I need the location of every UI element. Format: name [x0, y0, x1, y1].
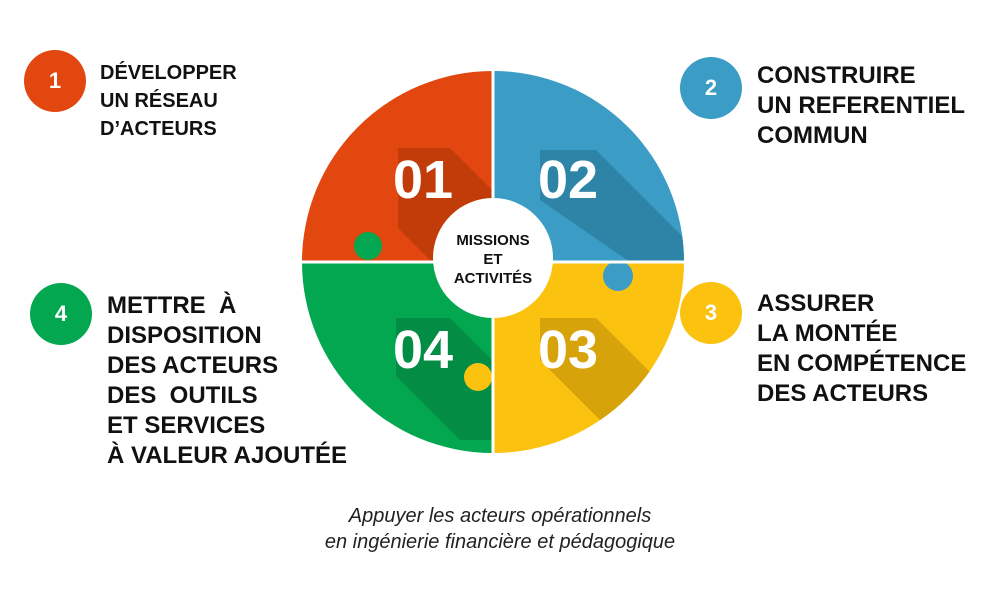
puzzle-tab-blue [492, 120, 522, 150]
puzzle-tab-green [354, 232, 382, 260]
puzzle-tab-blue-lower [603, 261, 633, 291]
puzzle-tab-yellow [464, 363, 492, 391]
caption-line-2: en ingénierie financière et pédagogique [324, 531, 676, 553]
badge-2: 2 [680, 57, 742, 119]
quadrant-number-03: 03 [538, 320, 598, 380]
quadrant-number-02: 02 [538, 150, 598, 210]
quadrant-number-01: 01 [393, 150, 453, 210]
item-1-label: DÉVELOPPER UN RÉSEAU D’ACTEURS [100, 62, 237, 140]
badge-1: 1 [24, 50, 86, 112]
center-line-1: MISSIONS [456, 232, 529, 249]
center-line-3: ACTIVITÉS [454, 270, 532, 287]
badge-3: 3 [680, 282, 742, 344]
center-line-2: ET [483, 251, 502, 268]
caption-line-1: Appuyer les acteurs opérationnels [348, 505, 652, 527]
item-4-label: METTRE À DISPOSITION DES ACTEURS DES OUTILS… [107, 292, 348, 469]
badge-4: 4 [30, 283, 92, 345]
quadrant-number-04: 04 [393, 320, 453, 380]
item-3-label: ASSURER LA MONTÉE EN COMPÉTENCE DES ACTEURS [757, 290, 967, 407]
caption: Appuyer les acteurs opérationnels en ing… [0, 503, 1000, 555]
item-2-label: CONSTRUIRE UN REFERENTIEL COMMUN [757, 62, 966, 149]
